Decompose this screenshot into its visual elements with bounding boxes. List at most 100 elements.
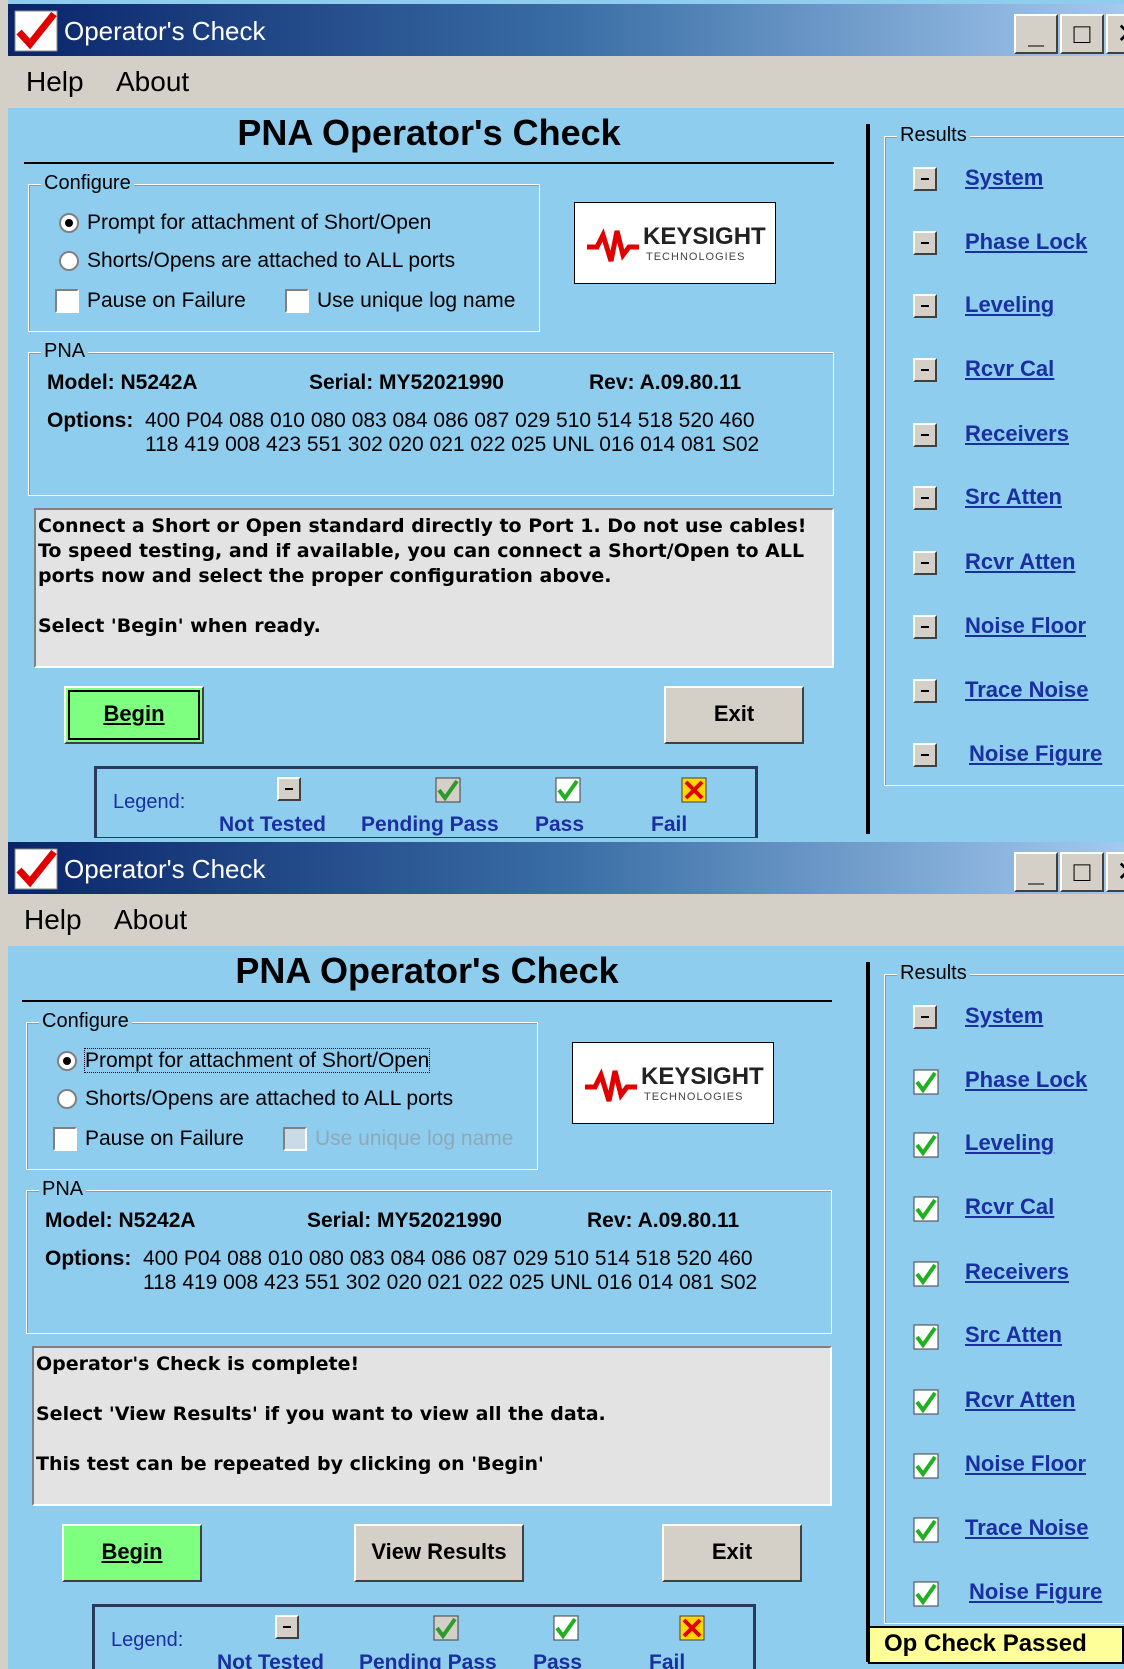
operators-check-window-1: Operator's Check _ □ ✕ Help About PNA Op… (0, 0, 1124, 838)
exit-button[interactable]: Exit (662, 1524, 802, 1582)
message-line: Operator's Check is complete! (36, 1353, 360, 1375)
results-group: Results System Phase Lock Leveling Rcvr … (884, 124, 1124, 786)
window-title: Operator's Check (64, 854, 266, 884)
menu-help[interactable]: Help (24, 904, 82, 936)
radio-unselected-icon (59, 251, 79, 272)
maximize-button[interactable]: □ (1060, 852, 1104, 892)
pass-icon (913, 1389, 939, 1415)
close-button[interactable]: ✕ (1106, 852, 1124, 892)
legend-pending-pass: Pending Pass (359, 1651, 497, 1669)
options-line-1: 400 P04 088 010 080 083 084 086 087 029 … (143, 1247, 753, 1270)
pass-icon (913, 1581, 939, 1607)
message-line (36, 1427, 828, 1452)
radio-all-ports-attached[interactable]: Shorts/Opens are attached to ALL ports (59, 249, 455, 273)
title-divider (22, 1000, 832, 1002)
view-results-button[interactable]: View Results (354, 1524, 524, 1582)
pass-icon (913, 1453, 939, 1479)
unique-log-name-checkbox[interactable]: Use unique log name (283, 1127, 513, 1152)
checkbox-box (283, 1127, 307, 1152)
unique-log-name-checkbox[interactable]: Use unique log name (285, 289, 515, 314)
legend-fail: Fail (651, 813, 688, 836)
options-line-1: 400 P04 088 010 080 083 084 086 087 029 … (145, 409, 755, 432)
not-tested-icon (277, 777, 301, 801)
legend-fail: Fail (649, 1651, 686, 1669)
pause-on-failure-checkbox[interactable]: Pause on Failure (55, 289, 246, 314)
legend: Legend: Not Tested Pending Pass Pass Fai… (94, 766, 758, 838)
title-bar[interactable]: Operator's Check _ □ ✕ (8, 4, 1124, 56)
not-tested-icon (913, 743, 937, 767)
checkmark-app-icon (14, 10, 58, 52)
pass-icon (913, 1069, 939, 1095)
menu-about[interactable]: About (114, 904, 187, 936)
pending-pass-icon (433, 1615, 459, 1641)
menu-about[interactable]: About (116, 66, 189, 98)
checkbox-box (55, 289, 79, 314)
message-line: Select 'View Results' if you want to vie… (36, 1403, 606, 1425)
close-button[interactable]: ✕ (1106, 14, 1124, 54)
legend-not-tested: Not Tested (219, 813, 326, 836)
page-title: PNA Operator's Check (235, 950, 619, 991)
begin-button[interactable]: Begin (62, 1524, 202, 1582)
minimize-button[interactable]: _ (1014, 852, 1058, 892)
options-label: Options: (47, 409, 134, 432)
status-message-box: Operator's Check is complete! Select 'Vi… (32, 1346, 832, 1506)
pass-icon (913, 1261, 939, 1287)
minimize-button[interactable]: _ (1014, 14, 1058, 54)
not-tested-icon (913, 1005, 937, 1029)
legend-pending-pass: Pending Pass (361, 813, 499, 836)
operators-check-window-2: Operator's Check _ □ ✕ Help About PNA Op… (0, 838, 1124, 1669)
configure-group: Configure Prompt for attachment of Short… (28, 172, 540, 332)
radio-prompt-attachment[interactable]: Prompt for attachment of Short/Open (59, 211, 431, 235)
not-tested-icon (913, 551, 937, 575)
results-label: Results (897, 962, 970, 985)
exit-button[interactable]: Exit (664, 686, 804, 744)
legend-pass: Pass (533, 1651, 583, 1669)
not-tested-icon (913, 167, 937, 191)
message-line (36, 1377, 828, 1402)
rev-text: Rev: A.09.80.11 (587, 1209, 740, 1232)
options-label: Options: (45, 1247, 132, 1270)
not-tested-icon (913, 423, 937, 447)
legend-not-tested: Not Tested (217, 1651, 324, 1669)
results-group: Results System Phase Lock Leveling Rcvr … (884, 962, 1124, 1624)
options-line-2: 118 419 008 423 551 302 020 021 022 025 … (143, 1271, 758, 1294)
radio-prompt-attachment[interactable]: Prompt for attachment of Short/Open (57, 1048, 431, 1073)
fail-icon (679, 1615, 705, 1641)
begin-button[interactable]: Begin (64, 686, 204, 744)
rev-text: Rev: A.09.80.11 (589, 371, 742, 394)
pna-group: PNA Model: N5242A Serial: MY52021990 Rev… (28, 340, 834, 496)
pending-pass-icon (435, 777, 461, 803)
results-label: Results (897, 124, 970, 147)
vertical-divider (866, 962, 870, 1662)
radio-selected-icon (59, 213, 79, 234)
not-tested-icon (913, 358, 937, 382)
message-line: To speed testing, and if available, you … (38, 540, 805, 562)
radio-unselected-icon (57, 1089, 77, 1110)
menu-help[interactable]: Help (26, 66, 84, 98)
window-title: Operator's Check (64, 16, 266, 46)
keysight-wave-icon (587, 228, 639, 262)
radio-all-ports-attached[interactable]: Shorts/Opens are attached to ALL ports (57, 1087, 453, 1111)
configure-label: Configure (41, 172, 134, 195)
checkbox-box (53, 1127, 77, 1152)
not-tested-icon (913, 294, 937, 318)
model-text: Model: N5242A (45, 1209, 196, 1232)
message-line: Select 'Begin' when ready. (38, 615, 321, 637)
pna-group: PNA Model: N5242A Serial: MY52021990 Rev… (26, 1178, 832, 1334)
legend-pass: Pass (535, 813, 585, 836)
not-tested-icon (913, 231, 937, 255)
pass-icon (913, 1132, 939, 1158)
message-line: This test can be repeated by clicking on… (36, 1453, 544, 1475)
title-bar[interactable]: Operator's Check _ □ ✕ (8, 842, 1124, 894)
vertical-divider (866, 124, 870, 834)
model-text: Model: N5242A (47, 371, 198, 394)
legend-label: Legend: (113, 791, 186, 813)
pause-on-failure-checkbox[interactable]: Pause on Failure (53, 1127, 244, 1152)
maximize-button[interactable]: □ (1060, 14, 1104, 54)
not-tested-icon (275, 1615, 299, 1639)
serial-text: Serial: MY52021990 (307, 1209, 502, 1232)
message-line (38, 589, 830, 614)
pass-icon (913, 1517, 939, 1543)
page-title: PNA Operator's Check (237, 112, 621, 153)
keysight-logo: KEYSIGHT TECHNOLOGIES (572, 1042, 774, 1124)
